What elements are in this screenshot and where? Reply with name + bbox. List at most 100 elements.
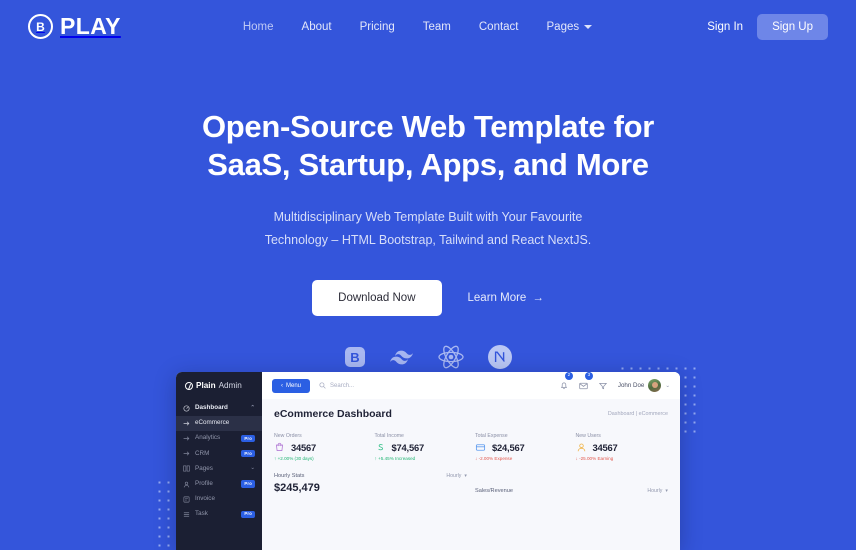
tech-logos-row: B [0, 344, 856, 370]
sidebar-item-invoice-label: Invoice [195, 494, 215, 502]
hourly-stats-select-value: Hourly [446, 473, 462, 479]
dashboard-search[interactable]: Search... [319, 382, 354, 389]
hourly-stats-value: $245,479 [274, 482, 320, 494]
stat-card-total-expense: Total Expense $24,567 ↓ -2.00% Expense [475, 433, 568, 461]
sales-revenue-select[interactable]: Hourly ▾ [647, 488, 668, 494]
stat-value: 34567 [291, 442, 317, 453]
navbar: B PLAY Home About Pricing Team Contact P… [0, 0, 856, 53]
logo-circle-icon: B [28, 14, 53, 39]
messages-button[interactable]: 3 [579, 372, 593, 395]
sidebar-item-dashboard[interactable]: Dashboard ⌃ [176, 401, 262, 416]
stat-subtext: ↑ +5.45% Increased [374, 456, 416, 461]
dashboard-logo-thin: Admin [218, 381, 242, 390]
nav-item-home[interactable]: Home [243, 21, 274, 33]
nav-item-contact-label: Contact [478, 20, 519, 33]
chevron-down-icon: ⌄ [250, 465, 255, 472]
hero-heading-line1: Open-Source Web Template for [201, 109, 655, 144]
tailwind-icon [389, 345, 415, 369]
stat-subtext: ↓ -2.00% Expense [475, 456, 513, 461]
nav-item-about-label: About [301, 20, 332, 33]
dashboard-page-title: eCommerce Dashboard [274, 408, 392, 420]
dashboard-logo: Plain Admin [176, 381, 262, 401]
hourly-stats-panel: Hourly Stats Hourly ▾ $245,479 [274, 473, 467, 494]
dashboard-preview: Plain Admin Dashboard ⌃ eCommerce Analyti… [176, 372, 680, 550]
user-menu[interactable]: John Doe ⌄ [618, 379, 670, 392]
hero-heading-line2: SaaS, Startup, Apps, and More [207, 146, 649, 182]
sidebar-item-profile[interactable]: Profile Pro [176, 476, 262, 491]
sidebar-item-invoice[interactable]: Invoice [176, 492, 262, 507]
users-icon [577, 443, 585, 452]
sidebar-item-pages[interactable]: Pages ⌄ [176, 461, 262, 476]
sidebar-item-ecommerce-label: eCommerce [195, 419, 230, 427]
stat-label: New Users [575, 433, 601, 439]
pages-icon [183, 465, 190, 472]
user-icon [183, 481, 190, 487]
dashboard-main: ‹ Menu Search... 2 3 John Doe ⌄ eCommerc… [262, 372, 680, 550]
stat-label: New Orders [274, 433, 302, 439]
learn-more-button[interactable]: Learn More → [468, 292, 544, 304]
menu-toggle-button[interactable]: ‹ Menu [272, 378, 311, 393]
hero-subtext-line2: Technology – HTML Bootstrap, Tailwind an… [264, 232, 592, 247]
nav-item-about[interactable]: About [302, 21, 332, 33]
learn-more-label: Learn More [467, 291, 527, 304]
stat-subtext: ↓ -25.00% Earning [575, 456, 614, 461]
filter-button[interactable] [598, 377, 608, 395]
hero-heading: Open-Source Web Template for SaaS, Start… [0, 108, 856, 184]
notifications-button[interactable]: 2 [560, 372, 573, 395]
hourly-stats-select[interactable]: Hourly ▾ [446, 473, 467, 479]
stats-cards: New Orders 34567 ↑ +2.00% (30 days) Tota… [262, 420, 680, 461]
download-now-button[interactable]: Download Now [312, 279, 442, 316]
stat-card-new-users: New Users 34567 ↓ -25.00% Earning [576, 433, 669, 461]
sign-in-button[interactable]: Sign In [707, 21, 743, 33]
react-icon [437, 344, 465, 370]
sign-up-button[interactable]: Sign Up [757, 13, 828, 40]
list-icon [183, 512, 190, 517]
menu-toggle-label: Menu [286, 382, 302, 389]
brand-logo[interactable]: B PLAY [28, 13, 121, 40]
stat-subtext: ↑ +2.00% (30 days) [274, 456, 314, 461]
nav-item-home-label: Home [242, 20, 274, 33]
nav-item-pricing-label: Pricing [359, 20, 395, 33]
nav-item-team[interactable]: Team [423, 21, 451, 33]
hero-subtext: Multidisciplinary Web Template Built wit… [0, 206, 856, 252]
pro-badge: Pro [241, 510, 255, 518]
stat-card-total-income: Total Income $74,567 ↑ +5.45% Increased [375, 433, 468, 461]
stat-label: Total Expense [475, 433, 508, 439]
chevron-down-icon: ⌄ [665, 382, 670, 389]
dollar-icon [377, 444, 383, 451]
bell-icon [560, 382, 567, 389]
nextjs-icon [487, 344, 513, 370]
search-icon [319, 382, 326, 389]
nav-item-pricing[interactable]: Pricing [360, 21, 395, 33]
dashboard-bottom-row: Hourly Stats Hourly ▾ $245,479 Sales/Rev… [262, 461, 680, 494]
avatar [648, 379, 662, 392]
nav-item-pages-label: Pages [546, 20, 580, 33]
sales-revenue-title: Sales/Revenue [475, 488, 513, 494]
arrow-right-icon [183, 421, 190, 426]
sidebar-item-analytics[interactable]: Analytics Pro [176, 431, 262, 446]
hero-subtext-line1: Multidisciplinary Web Template Built wit… [273, 209, 583, 224]
nav-item-contact[interactable]: Contact [479, 21, 519, 33]
hero-cta-row: Download Now Learn More → [0, 279, 856, 316]
nav-item-pages[interactable]: Pages [547, 21, 593, 33]
chevron-down-icon: ▾ [665, 488, 668, 494]
brand-name: PLAY [60, 13, 121, 39]
sidebar-item-task[interactable]: Task Pro [176, 507, 262, 522]
chevron-up-icon: ⌃ [250, 404, 255, 411]
navbar-actions: Sign In Sign Up [707, 13, 828, 40]
grid-icon [183, 405, 190, 412]
filter-icon [598, 382, 608, 389]
sidebar-item-dashboard-label: Dashboard [195, 404, 228, 412]
arrow-right-icon [183, 451, 190, 456]
card-icon [475, 444, 486, 451]
pro-badge: Pro [241, 480, 255, 488]
sidebar-item-crm[interactable]: CRM Pro [176, 446, 262, 461]
dashboard-topbar-actions: 2 3 John Doe ⌄ [560, 372, 670, 395]
nav-item-team-label: Team [422, 20, 451, 33]
stat-value: $74,567 [391, 442, 425, 453]
stat-value: 34567 [592, 442, 618, 453]
bootstrap-icon: B [343, 345, 367, 369]
mail-icon [579, 382, 588, 389]
hourly-stats-title: Hourly Stats [274, 473, 305, 479]
sidebar-item-ecommerce[interactable]: eCommerce [176, 416, 262, 431]
